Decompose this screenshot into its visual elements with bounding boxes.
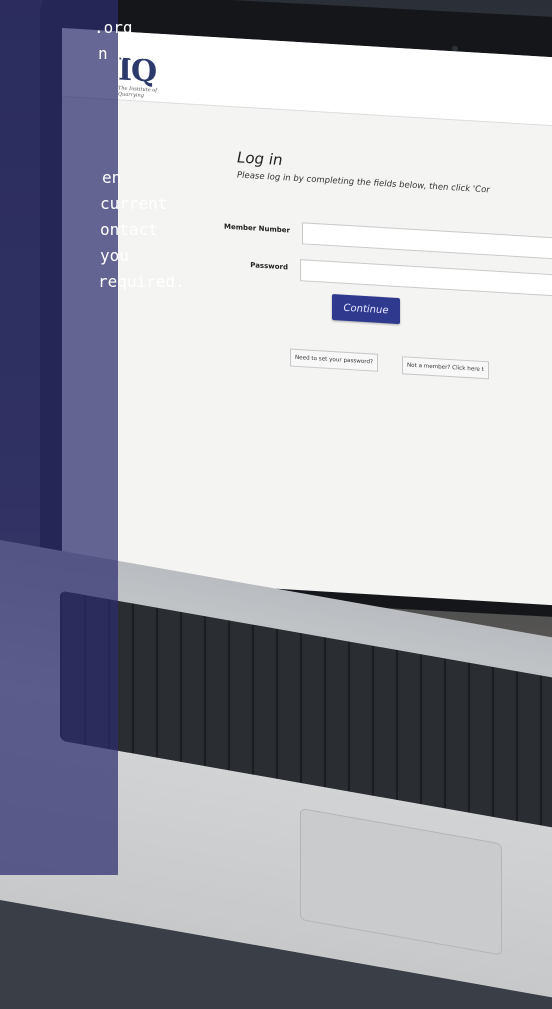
login-instructions: Please log in by completing the fields b… [237,170,490,196]
set-password-button[interactable]: Need to set your password? [290,348,378,372]
continue-button[interactable]: Continue [332,294,400,325]
member-number-label: Member Number [223,222,290,235]
overlay-line: .org [94,18,133,37]
info-overlay-panel: .org n your en current ontact you requir… [0,0,185,875]
overlay-line: you [100,246,129,265]
not-member-button[interactable]: Not a member? Click here t [402,356,489,380]
overlay-line: current [100,194,168,213]
login-title: Log in [237,148,283,170]
overlay-line: n your [98,44,156,63]
password-input[interactable] [300,259,552,297]
overlay-line: en [102,168,122,187]
password-label: Password [250,261,288,272]
overlay-line: ontact [100,220,158,239]
laptop-screen: IQ The Institute of Quarrying Log in Ple… [62,28,552,606]
overlay-line: required. [98,272,185,291]
trackpad [300,807,502,956]
logo-subtitle: The Institute of Quarrying [118,85,158,99]
keyboard [60,590,552,840]
member-number-input[interactable] [302,222,552,260]
